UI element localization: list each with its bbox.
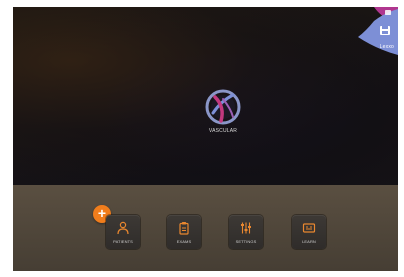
dock-button-patients[interactable]: PATIENTS [106, 215, 140, 249]
clipboard-icon [179, 222, 189, 235]
learn-icon [302, 223, 316, 233]
dock-button-exams[interactable]: EXAMS [167, 215, 201, 249]
main-screen: Lexxo VASCULAR [13, 7, 398, 185]
app-label: VASCULAR [208, 128, 238, 134]
profile-corner-badge[interactable]: Lexxo [354, 7, 398, 55]
corner-label: Lexxo [379, 44, 394, 50]
dock-label-patients: PATIENTS [113, 239, 133, 244]
dock-label-exams: EXAMS [176, 239, 192, 244]
save-icon [380, 26, 390, 35]
patient-icon [117, 221, 129, 235]
dock-button-learn[interactable]: LEARN [292, 215, 326, 249]
dock-button-settings[interactable]: SETTINGS [229, 215, 263, 249]
top-small-icon [385, 10, 391, 15]
bottom-dock [13, 185, 398, 271]
dock-label-settings: SETTINGS [235, 239, 257, 244]
sliders-icon [241, 222, 251, 234]
vascular-logo-icon[interactable] [203, 87, 243, 127]
dock-label-learn: LEARN [302, 239, 316, 244]
device-frame: Lexxo VASCULAR [13, 7, 398, 271]
